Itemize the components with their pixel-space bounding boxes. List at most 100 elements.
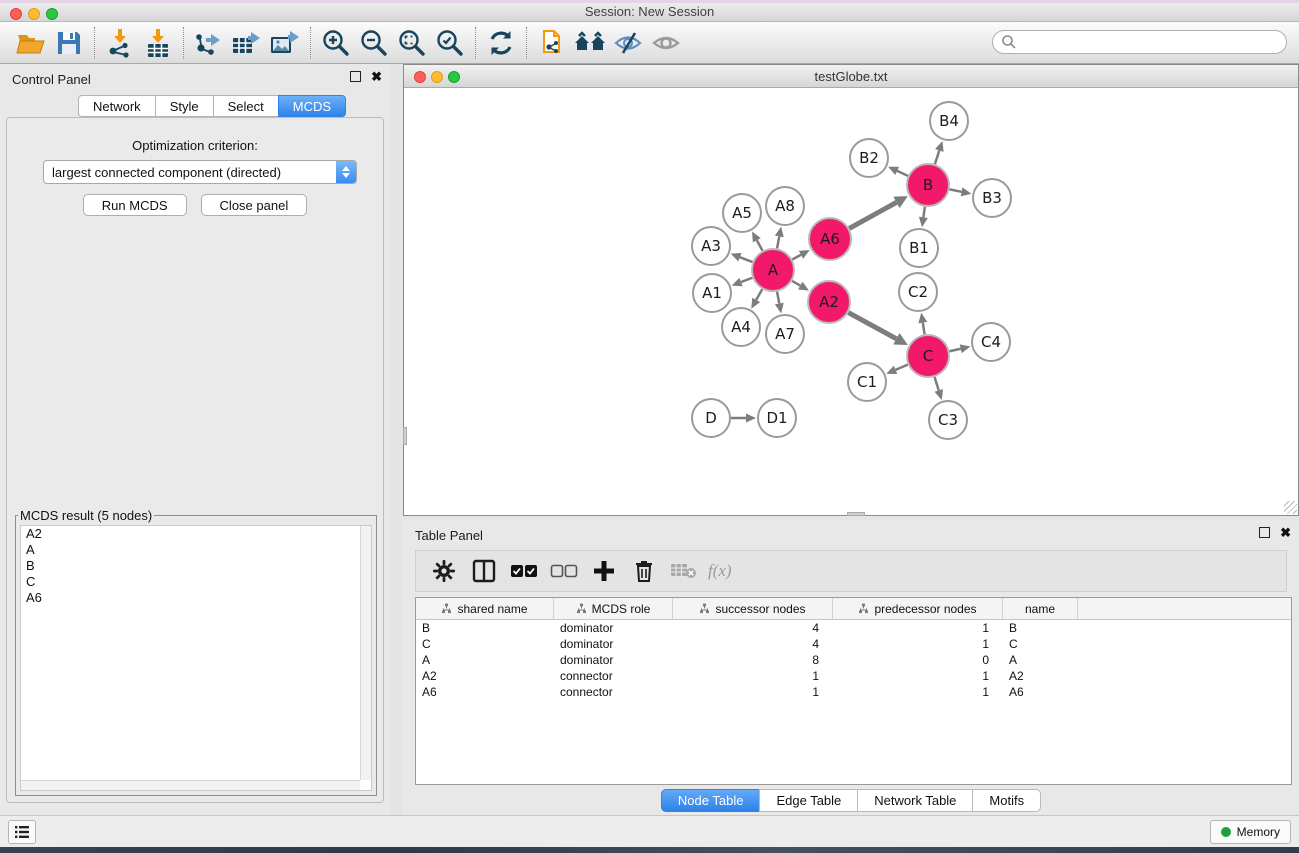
export-network-icon[interactable] (190, 26, 228, 60)
column-header-label: MCDS role (592, 602, 651, 616)
toolbar-separator (475, 27, 476, 59)
table-cell: 1 (833, 684, 1003, 700)
column-header[interactable]: successor nodes (673, 598, 833, 619)
column-header[interactable]: MCDS role (554, 598, 673, 619)
edge-A2-C[interactable] (848, 313, 896, 339)
horizontal-scrollbar[interactable] (21, 780, 360, 790)
graph-node-label-A4: A4 (731, 318, 751, 336)
table-row[interactable]: Bdominator41B (416, 620, 1291, 636)
tab-network-table[interactable]: Network Table (857, 789, 972, 812)
split-panel-icon[interactable] (466, 555, 502, 587)
zoom-fit-icon[interactable] (393, 26, 431, 60)
table-cell: 4 (673, 636, 833, 652)
search-field[interactable] (992, 30, 1287, 54)
select-stepper-icon (336, 161, 356, 183)
edge-A-A8[interactable] (777, 236, 779, 248)
save-session-icon[interactable] (50, 26, 88, 60)
first-neighbors-icon[interactable] (571, 26, 609, 60)
mcds-tab-content: Optimization criterion: largest connecte… (6, 117, 384, 803)
pane-divider-handle[interactable] (403, 427, 407, 445)
table-row[interactable]: A2connector11A2 (416, 668, 1291, 684)
tab-network[interactable]: Network (78, 95, 155, 117)
task-history-button[interactable] (8, 820, 36, 844)
close-panel-icon[interactable]: ✖ (1280, 527, 1291, 538)
mcds-result-list[interactable]: A2ABCA6 (20, 525, 372, 791)
vertical-scrollbar[interactable] (360, 526, 371, 780)
graph-node-label-C: C (923, 347, 933, 365)
control-panel-title: Control Panel (12, 72, 91, 87)
close-panel-icon[interactable]: ✖ (371, 71, 382, 82)
column-header[interactable]: shared name (416, 598, 554, 619)
float-panel-icon[interactable] (350, 71, 361, 82)
table-cell: 0 (833, 652, 1003, 668)
tab-style[interactable]: Style (155, 95, 213, 117)
result-item: A6 (21, 590, 371, 606)
edge-A-A2[interactable] (792, 281, 800, 286)
edge-C-C1[interactable] (896, 365, 908, 370)
graph-node-label-B1: B1 (909, 239, 929, 257)
export-image-icon[interactable] (266, 26, 304, 60)
delete-column-trash-icon[interactable] (626, 555, 662, 587)
attribute-type-icon (576, 603, 587, 614)
table-options-gear-icon[interactable] (426, 555, 462, 587)
function-builder-icon[interactable]: f(x) (708, 561, 732, 581)
show-all-icon[interactable] (647, 26, 685, 60)
zoom-in-icon[interactable] (317, 26, 355, 60)
tab-mcds[interactable]: MCDS (278, 95, 346, 117)
edge-A-A5[interactable] (757, 240, 763, 250)
edge-arrowhead (731, 253, 742, 261)
edge-A6-B[interactable] (849, 202, 896, 228)
edge-A-A7[interactable] (777, 292, 779, 304)
zoom-selected-icon[interactable] (431, 26, 469, 60)
edge-B-B4[interactable] (935, 150, 939, 164)
column-header[interactable]: predecessor nodes (833, 598, 1003, 619)
float-panel-icon[interactable] (1259, 527, 1270, 538)
add-column-icon[interactable] (586, 555, 622, 587)
zoom-out-icon[interactable] (355, 26, 393, 60)
import-network-icon[interactable] (101, 26, 139, 60)
network-view-window: testGlobe.txt AA1A2A3A4A5A6A7A8BB1B2B3B4… (403, 64, 1299, 516)
select-all-icon[interactable] (506, 555, 542, 587)
network-window-titlebar[interactable]: testGlobe.txt (404, 65, 1298, 88)
deselect-all-icon[interactable] (546, 555, 582, 587)
refresh-icon[interactable] (482, 26, 520, 60)
tab-node-table[interactable]: Node Table (661, 789, 760, 812)
search-input[interactable] (1017, 32, 1286, 52)
hide-selected-icon[interactable] (609, 26, 647, 60)
edge-B-B3[interactable] (950, 189, 962, 191)
memory-button[interactable]: Memory (1210, 820, 1291, 844)
delete-table-icon[interactable] (666, 555, 702, 587)
edge-A-A1[interactable] (741, 278, 752, 282)
table-cell: 1 (833, 668, 1003, 684)
result-item: A (21, 542, 371, 558)
edge-C-C4[interactable] (949, 349, 960, 352)
network-canvas[interactable]: AA1A2A3A4A5A6A7A8BB1B2B3B4CC1C2C3C4DD1 (404, 88, 1298, 515)
pane-divider-handle[interactable] (847, 512, 865, 516)
open-file-icon[interactable] (12, 26, 50, 60)
resize-grip-icon[interactable] (1284, 501, 1297, 514)
column-header[interactable]: name (1003, 598, 1078, 619)
tab-edge-table[interactable]: Edge Table (759, 789, 857, 812)
edge-A-A6[interactable] (792, 255, 801, 260)
node-table[interactable]: shared name MCDS role successor nodesprede… (415, 597, 1292, 785)
table-row[interactable]: Adominator80A (416, 652, 1291, 668)
run-mcds-button[interactable]: Run MCDS (83, 194, 187, 216)
edge-B-B1[interactable] (923, 207, 925, 218)
memory-status-icon (1221, 827, 1231, 837)
edge-A-A4[interactable] (756, 289, 762, 300)
close-panel-button[interactable]: Close panel (201, 194, 308, 216)
table-row[interactable]: Cdominator41C (416, 636, 1291, 652)
edge-A-A3[interactable] (740, 257, 753, 262)
table-row[interactable]: A6connector11A6 (416, 684, 1291, 700)
edge-C-C2[interactable] (923, 323, 925, 335)
tab-motifs[interactable]: Motifs (972, 789, 1041, 812)
app-titlebar: Session: New Session (0, 0, 1299, 22)
edge-C-C3[interactable] (935, 377, 939, 390)
clone-network-icon[interactable] (533, 26, 571, 60)
export-table-icon[interactable] (228, 26, 266, 60)
edge-B-B2[interactable] (897, 171, 908, 176)
tab-select[interactable]: Select (213, 95, 278, 117)
criterion-select[interactable]: largest connected component (directed) (43, 160, 357, 184)
network-graph[interactable]: AA1A2A3A4A5A6A7A8BB1B2B3B4CC1C2C3C4DD1 (404, 88, 1298, 515)
import-table-icon[interactable] (139, 26, 177, 60)
